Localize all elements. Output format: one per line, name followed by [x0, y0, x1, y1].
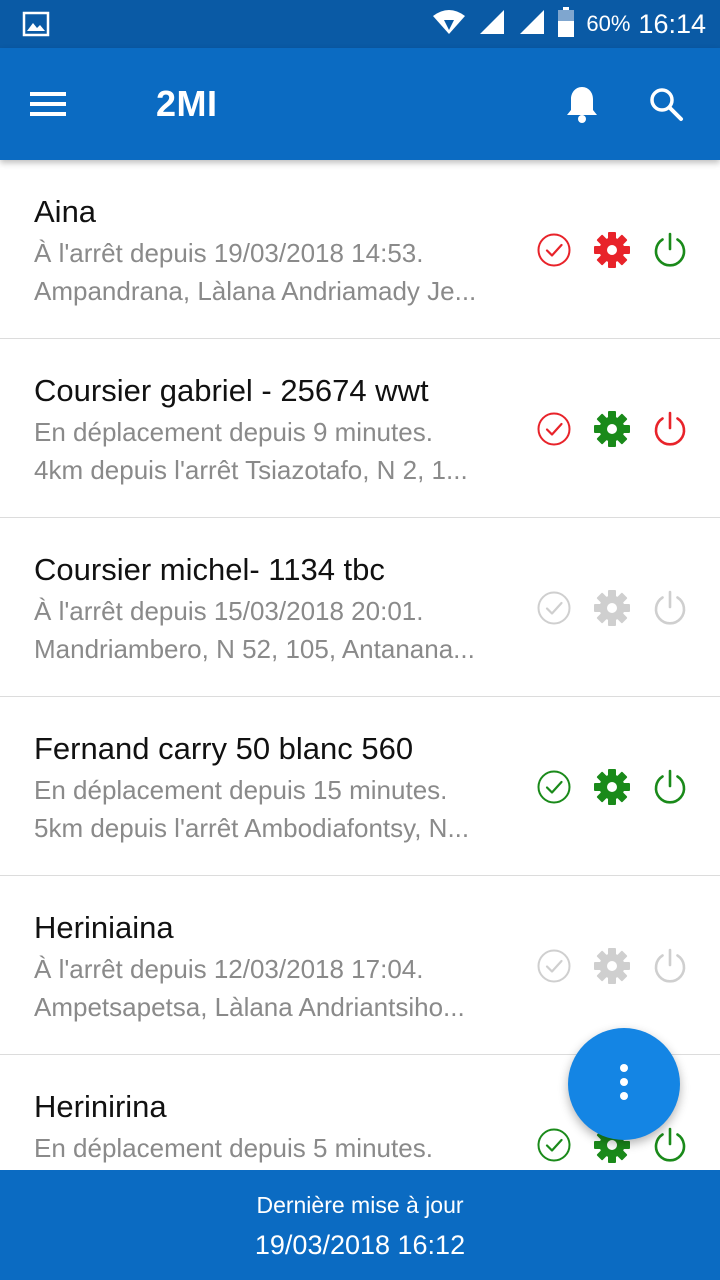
- vehicle-status-icons: [534, 230, 694, 270]
- power-icon: [650, 588, 690, 628]
- vehicle-status: À l'arrêt depuis 15/03/2018 20:01.: [34, 596, 424, 626]
- power-icon: [650, 1125, 690, 1165]
- power-icon: [650, 946, 690, 986]
- vehicle-status-icons: [534, 588, 694, 628]
- vehicle-name: Herinirina: [34, 1089, 167, 1124]
- gear-icon: [592, 767, 632, 807]
- vehicle-status: En déplacement depuis 5 minutes.: [34, 1133, 433, 1163]
- check-circle-icon: [534, 946, 574, 986]
- gear-icon: [592, 409, 632, 449]
- last-update-value: 19/03/2018 16:12: [254, 1230, 466, 1260]
- last-update-bar: Dernière mise à jour 19/03/2018 16:12: [0, 1170, 720, 1280]
- vehicle-location: Ampetsapetsa, Làlana Andriantsiho...: [34, 992, 465, 1022]
- vehicle-status: En déplacement depuis 15 minutes.: [34, 775, 448, 805]
- clock: 16:14: [638, 8, 706, 39]
- vehicle-row[interactable]: Coursier gabriel - 25674 wwt En déplaceme…: [0, 339, 720, 518]
- vehicle-row[interactable]: Aina À l'arrêt depuis 19/03/2018 14:53. Am…: [0, 160, 720, 339]
- vehicle-location: 5km depuis l'arrêt Ambodiafontsy, N...: [34, 813, 470, 843]
- vehicle-name: Coursier michel- 1134 tbc: [34, 552, 385, 587]
- battery-percentage: 60%: [586, 11, 631, 36]
- vehicle-row[interactable]: Coursier michel- 1134 tbc À l'arrêt depui…: [0, 518, 720, 697]
- check-circle-icon: [534, 409, 574, 449]
- app-title: 2MI: [156, 83, 218, 124]
- gear-icon: [592, 946, 632, 986]
- vehicle-name: Heriniaina: [34, 910, 174, 945]
- gear-icon: [592, 230, 632, 270]
- check-circle-icon: [534, 1125, 574, 1165]
- check-circle-icon: [534, 767, 574, 807]
- wifi-icon: [432, 8, 466, 41]
- app-bar: 2MI: [0, 48, 720, 160]
- vehicle-name: Aina: [34, 194, 97, 229]
- search-icon[interactable]: [636, 76, 696, 132]
- more-vertical-icon: [618, 1062, 630, 1107]
- gallery-notification-icon: [22, 10, 50, 38]
- power-icon: [650, 767, 690, 807]
- vehicle-status: En déplacement depuis 9 minutes.: [34, 417, 433, 447]
- vehicle-status: À l'arrêt depuis 12/03/2018 17:04.: [34, 954, 424, 984]
- vehicle-location: Mandriambero, N 52, 105, Antanana...: [34, 634, 475, 664]
- menu-icon[interactable]: [18, 76, 78, 132]
- more-options-fab[interactable]: [568, 1028, 680, 1140]
- vehicle-status-icons: [534, 767, 694, 807]
- status-bar: 60% 16:14: [0, 0, 720, 48]
- signal-icon: [478, 8, 506, 41]
- vehicle-row[interactable]: Fernand carry 50 blanc 560 En déplacement…: [0, 697, 720, 876]
- bell-icon[interactable]: [552, 76, 612, 132]
- vehicle-list[interactable]: Aina À l'arrêt depuis 19/03/2018 14:53. Am…: [0, 160, 720, 1170]
- last-update-label: Dernière mise à jour: [256, 1192, 464, 1218]
- signal-icon-2: [518, 8, 546, 41]
- power-icon: [650, 409, 690, 449]
- vehicle-name: Fernand carry 50 blanc 560: [34, 731, 414, 766]
- vehicle-status: À l'arrêt depuis 19/03/2018 14:53.: [34, 238, 424, 268]
- gear-icon: [592, 588, 632, 628]
- check-circle-icon: [534, 230, 574, 270]
- battery-icon: [558, 6, 575, 42]
- vehicle-status-icons: [534, 409, 694, 449]
- vehicle-status-icons: [534, 946, 694, 986]
- check-circle-icon: [534, 588, 574, 628]
- power-icon: [650, 230, 690, 270]
- vehicle-location: Ampandrana, Làlana Andriamady Je...: [34, 276, 477, 306]
- vehicle-location: 4km depuis l'arrêt Tsiazotafo, N 2, 1...: [34, 455, 468, 485]
- vehicle-name: Coursier gabriel - 25674 wwt: [34, 373, 429, 408]
